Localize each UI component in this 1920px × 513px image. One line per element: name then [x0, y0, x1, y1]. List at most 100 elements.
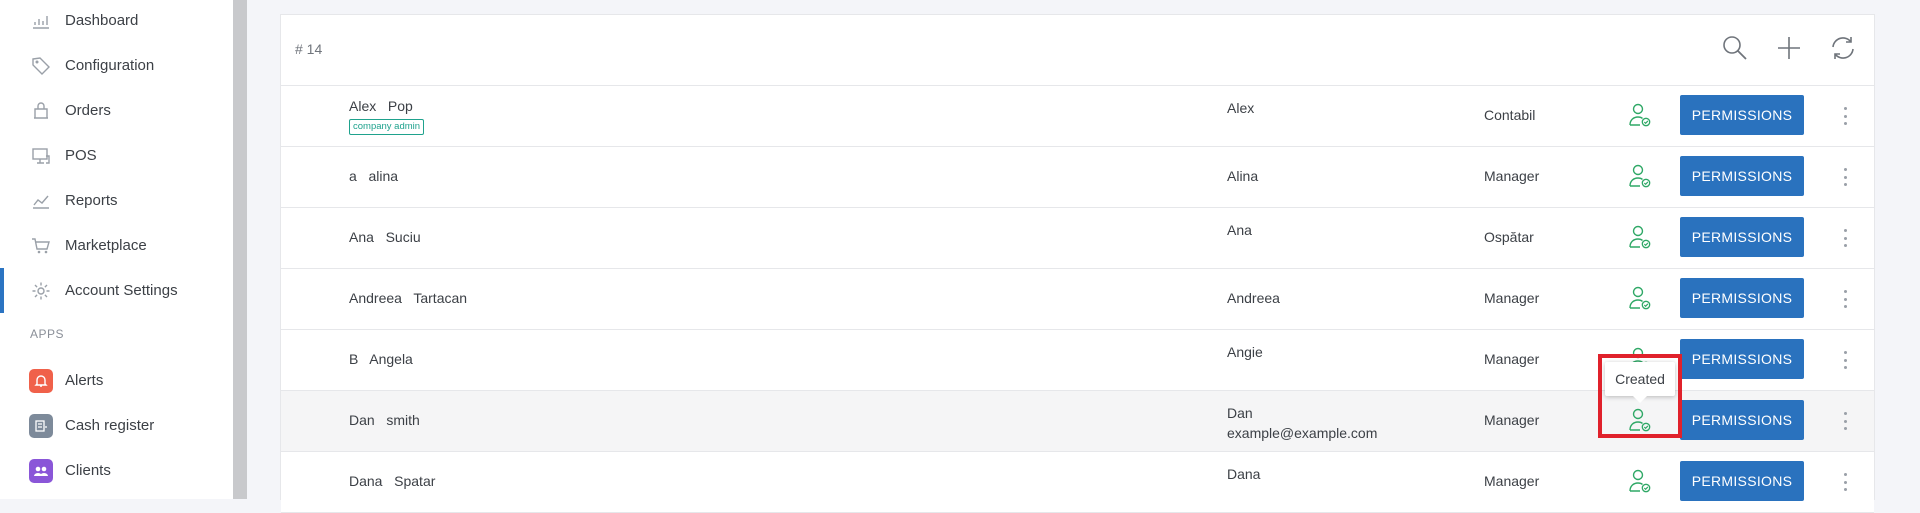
add-button[interactable] [1772, 31, 1806, 65]
user-last-name: alina [368, 168, 399, 184]
user-role: Manager [1484, 168, 1540, 184]
user-email: example@example.com [1227, 425, 1378, 441]
sidebar-item-marketplace[interactable]: Marketplace [0, 223, 233, 268]
sidebar-item-label: Dashboard [65, 12, 139, 29]
refresh-icon [1832, 37, 1854, 59]
user-nickname: Angie [1227, 342, 1263, 362]
user-last-name: Suciu [385, 229, 421, 245]
user-first-name: Alex [349, 98, 377, 114]
reports-icon [30, 190, 52, 212]
sidebar-app-cash-register[interactable]: Cash register [0, 403, 233, 448]
tag-icon [30, 55, 52, 77]
sidebar-app-alerts[interactable]: Alerts [0, 358, 233, 403]
table-row[interactable]: Alex Pop company admin Alex Contabil PER… [281, 86, 1874, 147]
table-row[interactable]: a alina Alina Manager PERMISSIONS [281, 147, 1874, 208]
cart-icon [30, 235, 52, 257]
sidebar-item-label: Cash register [65, 417, 155, 434]
user-first-name: Dana [349, 473, 383, 489]
user-full-name: Dana Spatar [349, 473, 435, 489]
sidebar-app-clients[interactable]: Clients [0, 448, 233, 493]
user-role: Manager [1484, 290, 1540, 306]
sidebar-item-dashboard[interactable]: Dashboard [0, 0, 233, 43]
search-icon [1723, 36, 1747, 60]
user-role: Manager [1484, 473, 1540, 489]
user-first-name: B [349, 351, 359, 367]
sidebar-item-label: Account Settings [65, 282, 178, 299]
user-first-name: Andreea [349, 290, 402, 306]
user-full-name: a alina [349, 168, 398, 184]
bell-icon [29, 368, 53, 393]
user-full-name: Ana Suciu [349, 229, 421, 245]
user-nickname: Andreea [1227, 290, 1280, 307]
table-row[interactable]: Andreea Tartacan Andreea Manager PERMISS… [281, 269, 1874, 330]
sidebar-item-configuration[interactable]: Configuration [0, 43, 233, 88]
user-first-name: a [349, 168, 357, 184]
sidebar: Dashboard Configuration Orders POS Repor… [0, 0, 233, 499]
refresh-button[interactable] [1826, 31, 1860, 65]
user-nickname-text: Alex [1227, 100, 1255, 116]
sidebar-item-orders[interactable]: Orders [0, 88, 233, 133]
user-nickname-text: Andreea [1227, 290, 1280, 306]
permissions-button[interactable]: PERMISSIONS [1680, 400, 1804, 440]
users-panel: # 14 Alex Pop company admin Alex Contabi… [280, 14, 1875, 513]
permissions-button[interactable]: PERMISSIONS [1680, 461, 1804, 501]
table-row[interactable]: Ana Suciu Ana Ospătar PERMISSIONS [281, 208, 1874, 269]
more-vertical-icon[interactable] [1839, 167, 1851, 187]
user-role: Ospătar [1484, 229, 1534, 245]
more-vertical-icon[interactable] [1839, 106, 1851, 126]
user-check-icon[interactable] [1627, 468, 1653, 494]
role-badge: company admin [349, 119, 425, 135]
more-vertical-icon[interactable] [1839, 472, 1851, 492]
user-role: Manager [1484, 351, 1540, 367]
dashboard-icon [30, 10, 52, 32]
more-vertical-icon[interactable] [1839, 350, 1851, 370]
user-check-icon[interactable] [1627, 163, 1653, 189]
sidebar-scrollbar[interactable] [233, 0, 247, 499]
user-full-name: Dan smith [349, 412, 420, 428]
sidebar-item-reports[interactable]: Reports [0, 178, 233, 223]
cash-register-icon [29, 413, 53, 438]
user-check-icon[interactable] [1627, 102, 1653, 128]
apps-section-label: APPS [30, 327, 65, 341]
permissions-button[interactable]: PERMISSIONS [1680, 217, 1804, 257]
table-row[interactable]: Dana Spatar Dana Manager PERMISSIONS [281, 452, 1874, 513]
user-nickname: Alex [1227, 98, 1254, 118]
more-vertical-icon[interactable] [1839, 228, 1851, 248]
permissions-button[interactable]: PERMISSIONS [1680, 95, 1804, 135]
permissions-button[interactable]: PERMISSIONS [1680, 278, 1804, 318]
user-check-icon[interactable] [1627, 224, 1653, 250]
sidebar-item-label: Configuration [65, 57, 155, 74]
user-nickname-text: Dan [1227, 405, 1253, 421]
user-full-name: B Angela [349, 351, 413, 367]
permissions-button[interactable]: PERMISSIONS [1680, 156, 1804, 196]
panel-header: # 14 [281, 15, 1874, 86]
sidebar-item-label: Alerts [65, 372, 104, 389]
user-full-name: Andreea Tartacan [349, 290, 467, 306]
user-nickname-text: Dana [1227, 466, 1261, 482]
search-button[interactable] [1718, 31, 1752, 65]
user-nickname: Dana [1227, 464, 1260, 484]
user-full-name: Alex Pop [349, 98, 413, 114]
user-last-name: Angela [369, 351, 413, 367]
sidebar-item-pos[interactable]: POS [0, 133, 233, 178]
sidebar-item-label: Reports [65, 192, 118, 209]
sidebar-item-label: POS [65, 147, 97, 164]
user-check-icon[interactable] [1627, 285, 1653, 311]
more-vertical-icon[interactable] [1839, 289, 1851, 309]
permissions-button[interactable]: PERMISSIONS [1680, 339, 1804, 379]
user-last-name: Pop [387, 98, 413, 114]
clients-icon [29, 458, 53, 483]
gear-icon [30, 280, 52, 302]
user-nickname: Alina [1227, 168, 1258, 185]
sidebar-item-label: Orders [65, 102, 111, 119]
sidebar-item-account-settings[interactable]: Account Settings [0, 268, 233, 313]
user-role: Contabil [1484, 107, 1536, 123]
status-tooltip: Created [1605, 362, 1675, 403]
plus-icon [1778, 37, 1800, 59]
sidebar-item-label: Marketplace [65, 237, 147, 254]
record-count: # 14 [295, 41, 323, 57]
pos-icon [30, 145, 52, 167]
user-last-name: smith [386, 412, 420, 428]
user-check-icon[interactable] [1627, 407, 1653, 433]
more-vertical-icon[interactable] [1839, 411, 1851, 431]
